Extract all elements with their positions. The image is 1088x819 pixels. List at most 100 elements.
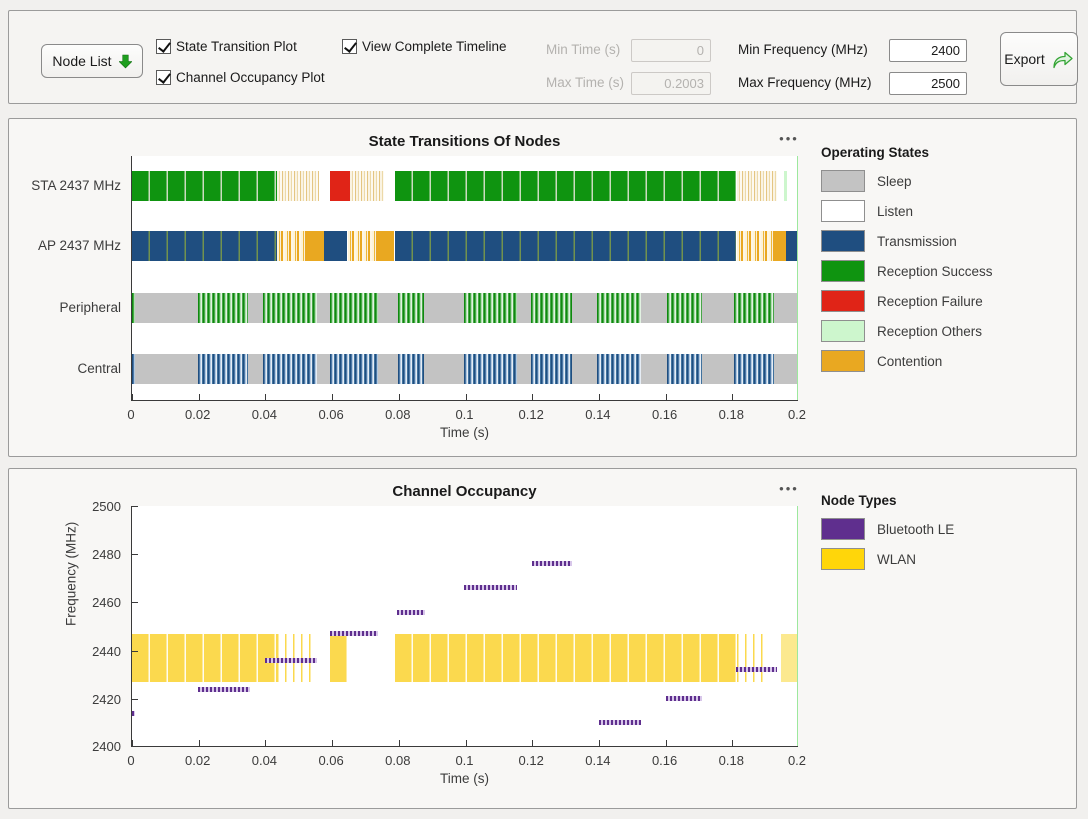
y-tick-label: 2460 <box>92 595 121 610</box>
x-tick-label: 0.08 <box>376 753 420 768</box>
axes-menu-icon[interactable]: ••• <box>769 481 809 496</box>
x-tick-mark <box>599 740 600 746</box>
coexistence-visualizer-app: { "toolbar": { "node_list_button": "Node… <box>0 0 1088 819</box>
legend-item-contention: Contention <box>821 350 1071 372</box>
legend-swatch-listen <box>821 200 865 222</box>
max-frequency-input[interactable] <box>889 72 967 95</box>
segment-ble-rx-band <box>531 293 573 323</box>
y-tick-mark <box>132 699 138 700</box>
legend-title: Node Types <box>821 493 1071 508</box>
x-tick-mark <box>732 740 733 746</box>
x-tick-mark <box>199 394 200 400</box>
x-tick-mark <box>265 740 266 746</box>
x-tick-label: 0 <box>109 753 153 768</box>
segment-ble-tx-band <box>198 354 248 384</box>
segment-tx-solid <box>324 231 347 261</box>
x-tick-label: 0.18 <box>709 407 753 422</box>
min-frequency-input[interactable] <box>889 39 967 62</box>
x-tick-label: 0.1 <box>443 407 487 422</box>
legend-label: Reception Success <box>877 264 993 279</box>
segment-rx-others <box>784 171 787 201</box>
y-tick-label: 2500 <box>92 499 121 514</box>
row-label-peripheral: Peripheral <box>59 300 121 315</box>
legend-item-reception-success: Reception Success <box>821 260 1071 282</box>
checkbox-state-transition-plot[interactable]: State Transition Plot <box>156 39 297 54</box>
x-tick-mark <box>132 394 133 400</box>
x-tick-label: 0.02 <box>176 753 220 768</box>
segment-ble-tx-band <box>398 354 424 384</box>
max-frequency-label: Max Frequency (MHz) <box>738 75 872 90</box>
y-tick-mark <box>132 602 138 603</box>
export-label: Export <box>1004 51 1044 67</box>
bluetooth-le-segment <box>464 585 517 590</box>
state-x-axis-label: Time (s) <box>131 425 798 440</box>
legend-title: Operating States <box>821 145 1071 160</box>
x-tick-label: 0.16 <box>643 407 687 422</box>
x-tick-mark <box>399 394 400 400</box>
segment-contention-light <box>350 171 383 201</box>
bluetooth-le-segment <box>599 720 641 725</box>
segment-contention-light <box>277 171 319 201</box>
export-button[interactable]: Export <box>1000 32 1078 86</box>
y-tick-mark <box>132 554 138 555</box>
axes-menu-icon[interactable]: ••• <box>769 131 809 146</box>
x-tick-mark <box>332 394 333 400</box>
legend-swatch-reception-others <box>821 320 865 342</box>
legend-label: Sleep <box>877 174 912 189</box>
x-tick-mark <box>132 740 133 746</box>
wlan-segment-solid <box>395 634 735 682</box>
occupancy-chart-title: Channel Occupancy <box>131 483 798 500</box>
wlan-segment-solid <box>132 634 277 682</box>
x-tick-label: 0.1 <box>443 753 487 768</box>
segment-ble-rx-band <box>667 293 703 323</box>
x-tick-mark <box>732 394 733 400</box>
segment-rx-success-blocks <box>395 171 735 201</box>
x-tick-label: 0.12 <box>509 753 553 768</box>
segment-contention <box>737 231 774 261</box>
legend-swatch-transmission <box>821 230 865 252</box>
legend-item-listen: Listen <box>821 200 1071 222</box>
node-list-button[interactable]: Node List <box>41 44 143 78</box>
channel-occupancy-panel: Channel Occupancy ••• Frequency (MHz) Ti… <box>8 468 1077 809</box>
checkbox-channel-occupancy-plot[interactable]: Channel Occupancy Plot <box>156 70 325 85</box>
x-tick-label: 0.14 <box>576 753 620 768</box>
x-tick-label: 0.02 <box>176 407 220 422</box>
legend-item-wlan: WLAN <box>821 548 1071 570</box>
occupancy-plot-area <box>131 506 798 747</box>
segment-contention <box>348 231 377 261</box>
checkbox-checked-icon <box>156 39 171 54</box>
legend-swatch-bluetooth-le <box>821 518 865 540</box>
max-time-label: Max Time (s) <box>546 75 624 90</box>
segment-ble-tx-band <box>531 354 573 384</box>
legend-item-reception-others: Reception Others <box>821 320 1071 342</box>
row-label-sta-2437-mhz: STA 2437 MHz <box>31 178 121 193</box>
legend-label: Bluetooth LE <box>877 522 954 537</box>
x-tick-mark <box>532 394 533 400</box>
wlan-segment-light <box>781 634 798 682</box>
x-tick-mark <box>466 394 467 400</box>
bluetooth-le-segment <box>666 696 703 701</box>
occupancy-x-axis-label: Time (s) <box>131 771 798 786</box>
timeline-cursor <box>797 506 798 747</box>
segment-ble-rx-band <box>132 293 135 323</box>
checkbox-label: View Complete Timeline <box>362 39 507 54</box>
segment-contention <box>277 231 307 261</box>
min-time-input <box>631 39 711 62</box>
wlan-segment-solid <box>330 634 347 682</box>
legend-items: Bluetooth LE WLAN <box>821 518 1071 570</box>
x-tick-mark <box>666 740 667 746</box>
segment-ble-rx-band <box>464 293 517 323</box>
bluetooth-le-segment <box>736 667 778 672</box>
segment-contention-solid <box>774 231 786 261</box>
x-tick-mark <box>532 740 533 746</box>
x-tick-mark <box>466 740 467 746</box>
segment-ble-tx-band <box>667 354 703 384</box>
segment-rx-success-blocks <box>132 171 277 201</box>
y-tick-label: 2440 <box>92 644 121 659</box>
y-tick-label: 2420 <box>92 692 121 707</box>
checkbox-view-complete-timeline[interactable]: View Complete Timeline <box>342 39 507 54</box>
segment-contention-light <box>737 171 777 201</box>
state-transitions-panel: State Transitions Of Nodes ••• Time (s) … <box>8 118 1077 457</box>
segment-tx-blocks <box>395 231 735 261</box>
legend-label: Reception Others <box>877 324 982 339</box>
